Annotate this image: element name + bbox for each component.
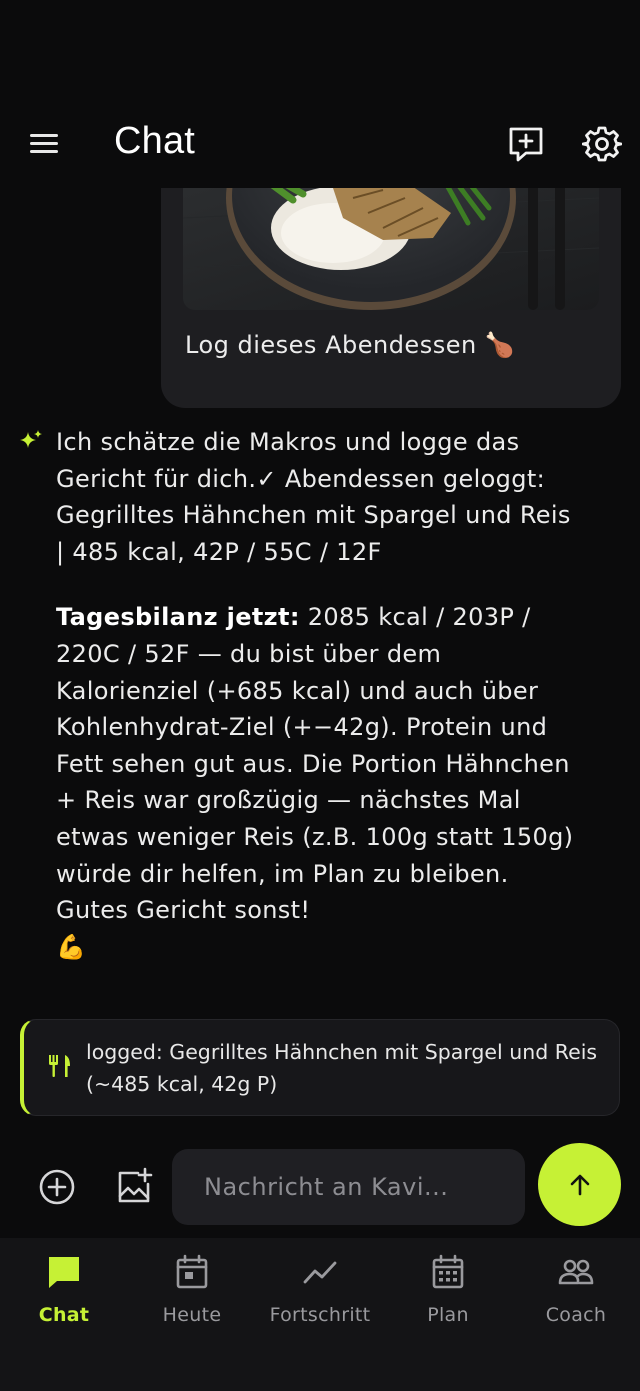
chat-bubble-icon [49, 1257, 79, 1288]
nav-label-plan: Plan [427, 1304, 469, 1326]
meal-log-card[interactable]: logged: Gegrilltes Hähnchen mit Spargel … [20, 1019, 620, 1116]
arrow-up-icon [570, 1174, 589, 1195]
nav-item-chat[interactable]: Chat [0, 1238, 128, 1348]
meal-log-text: logged: Gegrilltes Hähnchen mit Spargel … [86, 1040, 598, 1096]
send-button[interactable] [538, 1143, 621, 1226]
nav-item-fortschritt[interactable]: Fortschritt [256, 1238, 384, 1348]
gear-icon[interactable] [582, 124, 622, 164]
assistant-message: Ich schätze die Makros und logge das Ger… [56, 424, 576, 965]
new-chat-icon[interactable] [506, 124, 546, 164]
assistant-paragraph-balance: Tagesbilanz jetzt: 2085 kcal / 203P / 22… [56, 599, 576, 965]
nav-label-fortschritt: Fortschritt [269, 1304, 371, 1326]
message-input[interactable] [172, 1149, 525, 1225]
sparkle-icon [20, 430, 42, 448]
message-composer [0, 1140, 640, 1238]
nav-item-coach[interactable]: Coach [512, 1238, 640, 1348]
calendar-day-icon [176, 1254, 208, 1289]
add-image-icon[interactable] [114, 1166, 154, 1206]
user-message-text: Log dieses Abendessen 🍗 [185, 331, 516, 359]
bottom-navigation: Chat Heute Fortschritt Plan Coach [0, 1238, 640, 1391]
fork-knife-icon [49, 1055, 70, 1077]
page-title: Chat [114, 120, 196, 162]
nav-label-heute: Heute [162, 1304, 222, 1326]
meal-photo[interactable] [183, 188, 599, 310]
user-message-bubble: Log dieses Abendessen 🍗 [161, 188, 621, 408]
flexed-biceps-emoji: 💪 [56, 932, 87, 961]
daily-balance-text: 2085 kcal / 203P / 220C / 52F — du bist … [56, 603, 574, 925]
hamburger-menu-icon[interactable] [28, 132, 60, 156]
calendar-grid-icon [432, 1254, 464, 1289]
plus-circle-icon[interactable] [38, 1168, 76, 1206]
nav-label-coach: Coach [545, 1304, 607, 1326]
assistant-paragraph-summary: Ich schätze die Makros und logge das Ger… [56, 428, 571, 566]
chat-thread[interactable]: Log dieses Abendessen 🍗 Ich schätze die … [0, 188, 640, 1138]
nav-item-plan[interactable]: Plan [384, 1238, 512, 1348]
nav-item-heute[interactable]: Heute [128, 1238, 256, 1348]
trend-line-icon [303, 1261, 337, 1284]
daily-balance-label: Tagesbilanz jetzt: [56, 603, 300, 632]
app-header: Chat [0, 0, 640, 188]
people-icon [558, 1259, 594, 1285]
nav-label-chat: Chat [38, 1304, 90, 1326]
